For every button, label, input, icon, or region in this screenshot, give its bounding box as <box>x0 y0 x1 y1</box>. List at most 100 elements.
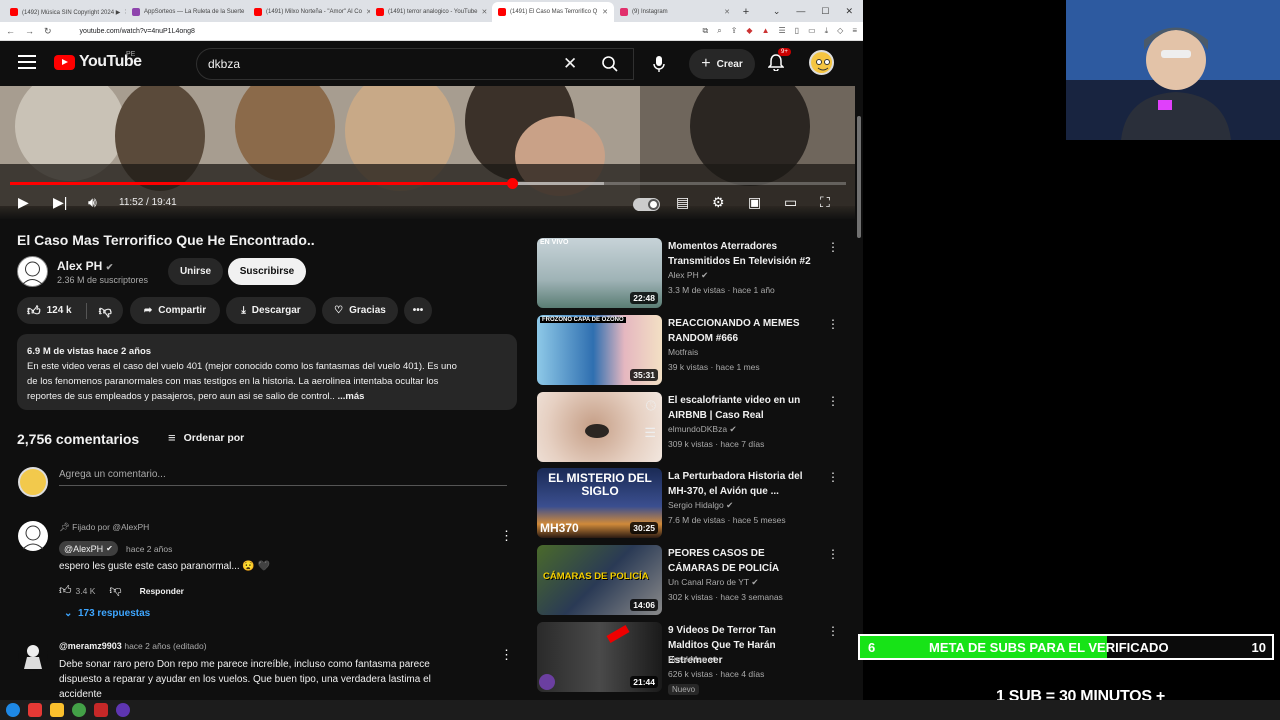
recommended-video[interactable]: EN VIVO 22:48 Momentos Aterradores Trans… <box>537 238 847 308</box>
comment-menu-icon[interactable]: ⋮ <box>500 528 513 544</box>
next-icon[interactable]: ▶| <box>53 194 67 211</box>
browser-tab[interactable]: (9) Instagram ✕ <box>614 2 736 22</box>
comment-author-avatar[interactable] <box>18 521 48 551</box>
fullscreen-icon[interactable]: ⛶ <box>820 194 830 211</box>
rec-title[interactable]: PEORES CASOS DE CÁMARAS DE POLICÍA <box>668 546 818 576</box>
play-icon[interactable]: ▶ <box>18 194 29 211</box>
shield-icon[interactable]: ◇ <box>837 26 843 36</box>
back-icon[interactable]: ← <box>6 26 15 36</box>
comment-author-avatar[interactable] <box>18 641 48 671</box>
video-thumbnail[interactable]: CÁMARAS DE POLICÍA 14:06 <box>537 545 662 615</box>
volume-icon[interactable]: 🔊︎ <box>88 194 97 211</box>
browser-tab[interactable]: (1492) Música SIN Copyright 2024 ▶✕ <box>4 2 126 22</box>
search-button[interactable] <box>586 48 634 80</box>
recommended-video[interactable]: FROZONO CAPA DE OZONO 35:31 REACCIONANDO… <box>537 315 847 385</box>
view-replies-button[interactable]: ⌄ 173 respuestas <box>64 608 150 619</box>
share-icon[interactable]: ⇪ <box>731 26 738 36</box>
autoplay-toggle[interactable] <box>633 198 660 211</box>
miniplayer-icon[interactable]: ▣ <box>748 194 761 211</box>
description-box[interactable]: 6.9 M de vistas hace 2 años En este vide… <box>17 334 517 410</box>
add-to-queue-icon[interactable]: ☰ <box>644 425 656 441</box>
recommended-video[interactable]: EL MISTERIO DEL SIGLO MH370 30:25 La Per… <box>537 468 847 538</box>
close-window-icon[interactable]: ✕ <box>845 6 853 17</box>
thumbs-down-icon[interactable]: 👎︎ <box>99 303 112 319</box>
forward-icon[interactable]: → <box>25 26 34 36</box>
video-thumbnail[interactable]: 🕓︎ ☰ <box>537 392 662 462</box>
wallet-icon[interactable]: ▭ <box>808 26 816 36</box>
video-thumbnail[interactable]: FROZONO CAPA DE OZONO 35:31 <box>537 315 662 385</box>
sort-comments-button[interactable]: ≡ Ordenar por <box>168 430 244 445</box>
rec-menu-icon[interactable]: ⋮ <box>827 317 839 331</box>
reply-button[interactable]: Responder <box>140 586 184 596</box>
rec-menu-icon[interactable]: ⋮ <box>827 240 839 254</box>
rec-title[interactable]: Momentos Aterradores Transmitidos En Tel… <box>668 239 818 269</box>
like-count[interactable]: 124 k <box>47 305 72 316</box>
rec-title[interactable]: REACCIONANDO A MEMES RANDOM #666 <box>668 316 818 346</box>
browser-tab-active[interactable]: (1491) El Caso Mas Terrorifico Q ✕ <box>492 2 614 22</box>
rec-channel[interactable]: BreakMan ✔ <box>668 654 716 665</box>
download-button[interactable]: ⤓ Descargar <box>226 297 316 324</box>
app-icon[interactable] <box>94 703 108 717</box>
notifications-bell-icon[interactable] <box>767 54 785 75</box>
voice-search-button[interactable] <box>645 50 673 78</box>
progress-bar[interactable] <box>10 178 846 189</box>
rec-channel[interactable]: Un Canal Raro de YT ✔ <box>668 577 758 588</box>
join-button[interactable]: Unirse <box>168 258 223 285</box>
browser-tab[interactable]: AppSorteos — La Ruleta de la Suerte✕ <box>126 2 248 22</box>
recommended-video[interactable]: CÁMARAS DE POLICÍA 14:06 PEORES CASOS DE… <box>537 545 847 615</box>
recommended-video[interactable]: 21:44 9 Videos De Terror Tan Malditos Qu… <box>537 622 847 695</box>
clear-search-icon[interactable]: ✕ <box>563 54 577 74</box>
url-field[interactable]: youtube.com/watch?v=4nuP1L4ong8 <box>62 28 693 35</box>
edge-icon[interactable] <box>6 703 20 717</box>
youtube-logo[interactable]: YouTube PE <box>54 51 142 71</box>
zoom-icon[interactable]: ⌕ <box>717 26 721 36</box>
minimize-icon[interactable]: — <box>796 6 805 16</box>
rec-menu-icon[interactable]: ⋮ <box>827 470 839 484</box>
hamburger-menu-icon[interactable] <box>18 55 36 69</box>
maximize-icon[interactable]: ☐ <box>821 6 829 17</box>
video-player[interactable]: ▶ ▶| 🔊︎ 11:52 / 19:41 ▤ ⚙ ▣ ▭ ⛶ <box>0 86 855 219</box>
scrubber-handle[interactable] <box>506 178 518 189</box>
rec-channel[interactable]: Alex PH ✔ <box>668 270 708 281</box>
rec-menu-icon[interactable]: ⋮ <box>827 624 839 638</box>
close-tab-icon[interactable]: ✕ <box>482 8 488 16</box>
download-icon[interactable]: ⤓ <box>825 26 829 36</box>
add-comment-input[interactable]: Agrega un comentario... <box>59 469 507 486</box>
scrollbar[interactable] <box>855 86 863 700</box>
obs-icon[interactable] <box>116 703 130 717</box>
settings-gear-icon[interactable]: ⚙ <box>712 194 725 211</box>
chrome-icon[interactable] <box>72 703 86 717</box>
menu-icon[interactable]: ≡ <box>852 26 857 36</box>
show-more-link[interactable]: ...más <box>338 391 365 402</box>
video-thumbnail[interactable]: EL MISTERIO DEL SIGLO MH370 30:25 <box>537 468 662 538</box>
theater-mode-icon[interactable]: ▭ <box>784 194 797 211</box>
comment-menu-icon[interactable]: ⋮ <box>500 647 513 663</box>
thumbs-up-icon[interactable]: 👍︎ <box>27 303 41 319</box>
comment-like-icon[interactable]: 👍︎ <box>59 583 72 598</box>
brave-icon[interactable] <box>28 703 42 717</box>
user-avatar[interactable] <box>809 50 834 75</box>
comment-author-tag[interactable]: @AlexPH ✔ <box>59 541 118 556</box>
bookmarks-icon[interactable]: ☰ <box>778 26 785 36</box>
rec-channel[interactable]: Sergio Hidalgo ✔ <box>668 500 733 511</box>
close-tab-icon[interactable]: ✕ <box>724 8 730 16</box>
extension-icon[interactable]: ◆ <box>746 26 752 36</box>
comment-author[interactable]: @meramz9903 <box>59 641 122 651</box>
install-icon[interactable]: ⧉ <box>703 26 709 36</box>
rec-title[interactable]: La Perturbadora Historia del MH-370, el … <box>668 469 818 499</box>
thanks-button[interactable]: ♡ Gracias <box>322 297 398 324</box>
share-button[interactable]: ➦ Compartir <box>130 297 220 324</box>
tab-search-icon[interactable]: ⌄ <box>773 6 781 17</box>
rec-channel[interactable]: elmundoDKBza ✔ <box>668 424 737 435</box>
recommended-video[interactable]: 🕓︎ ☰ El escalofriante video en un AIRBNB… <box>537 392 847 462</box>
create-button[interactable]: + Crear <box>689 49 755 79</box>
comment-dislike-icon[interactable]: 👎︎ <box>109 583 121 598</box>
channel-avatar[interactable] <box>17 256 48 287</box>
sidebar-icon[interactable]: ▯ <box>795 26 799 36</box>
rec-menu-icon[interactable]: ⋮ <box>827 394 839 408</box>
folder-icon[interactable] <box>50 703 64 717</box>
video-thumbnail[interactable]: EN VIVO 22:48 <box>537 238 662 308</box>
more-actions-button[interactable]: ••• <box>404 297 432 324</box>
reload-icon[interactable]: ↻ <box>44 26 52 37</box>
close-tab-icon[interactable]: ✕ <box>602 8 608 16</box>
